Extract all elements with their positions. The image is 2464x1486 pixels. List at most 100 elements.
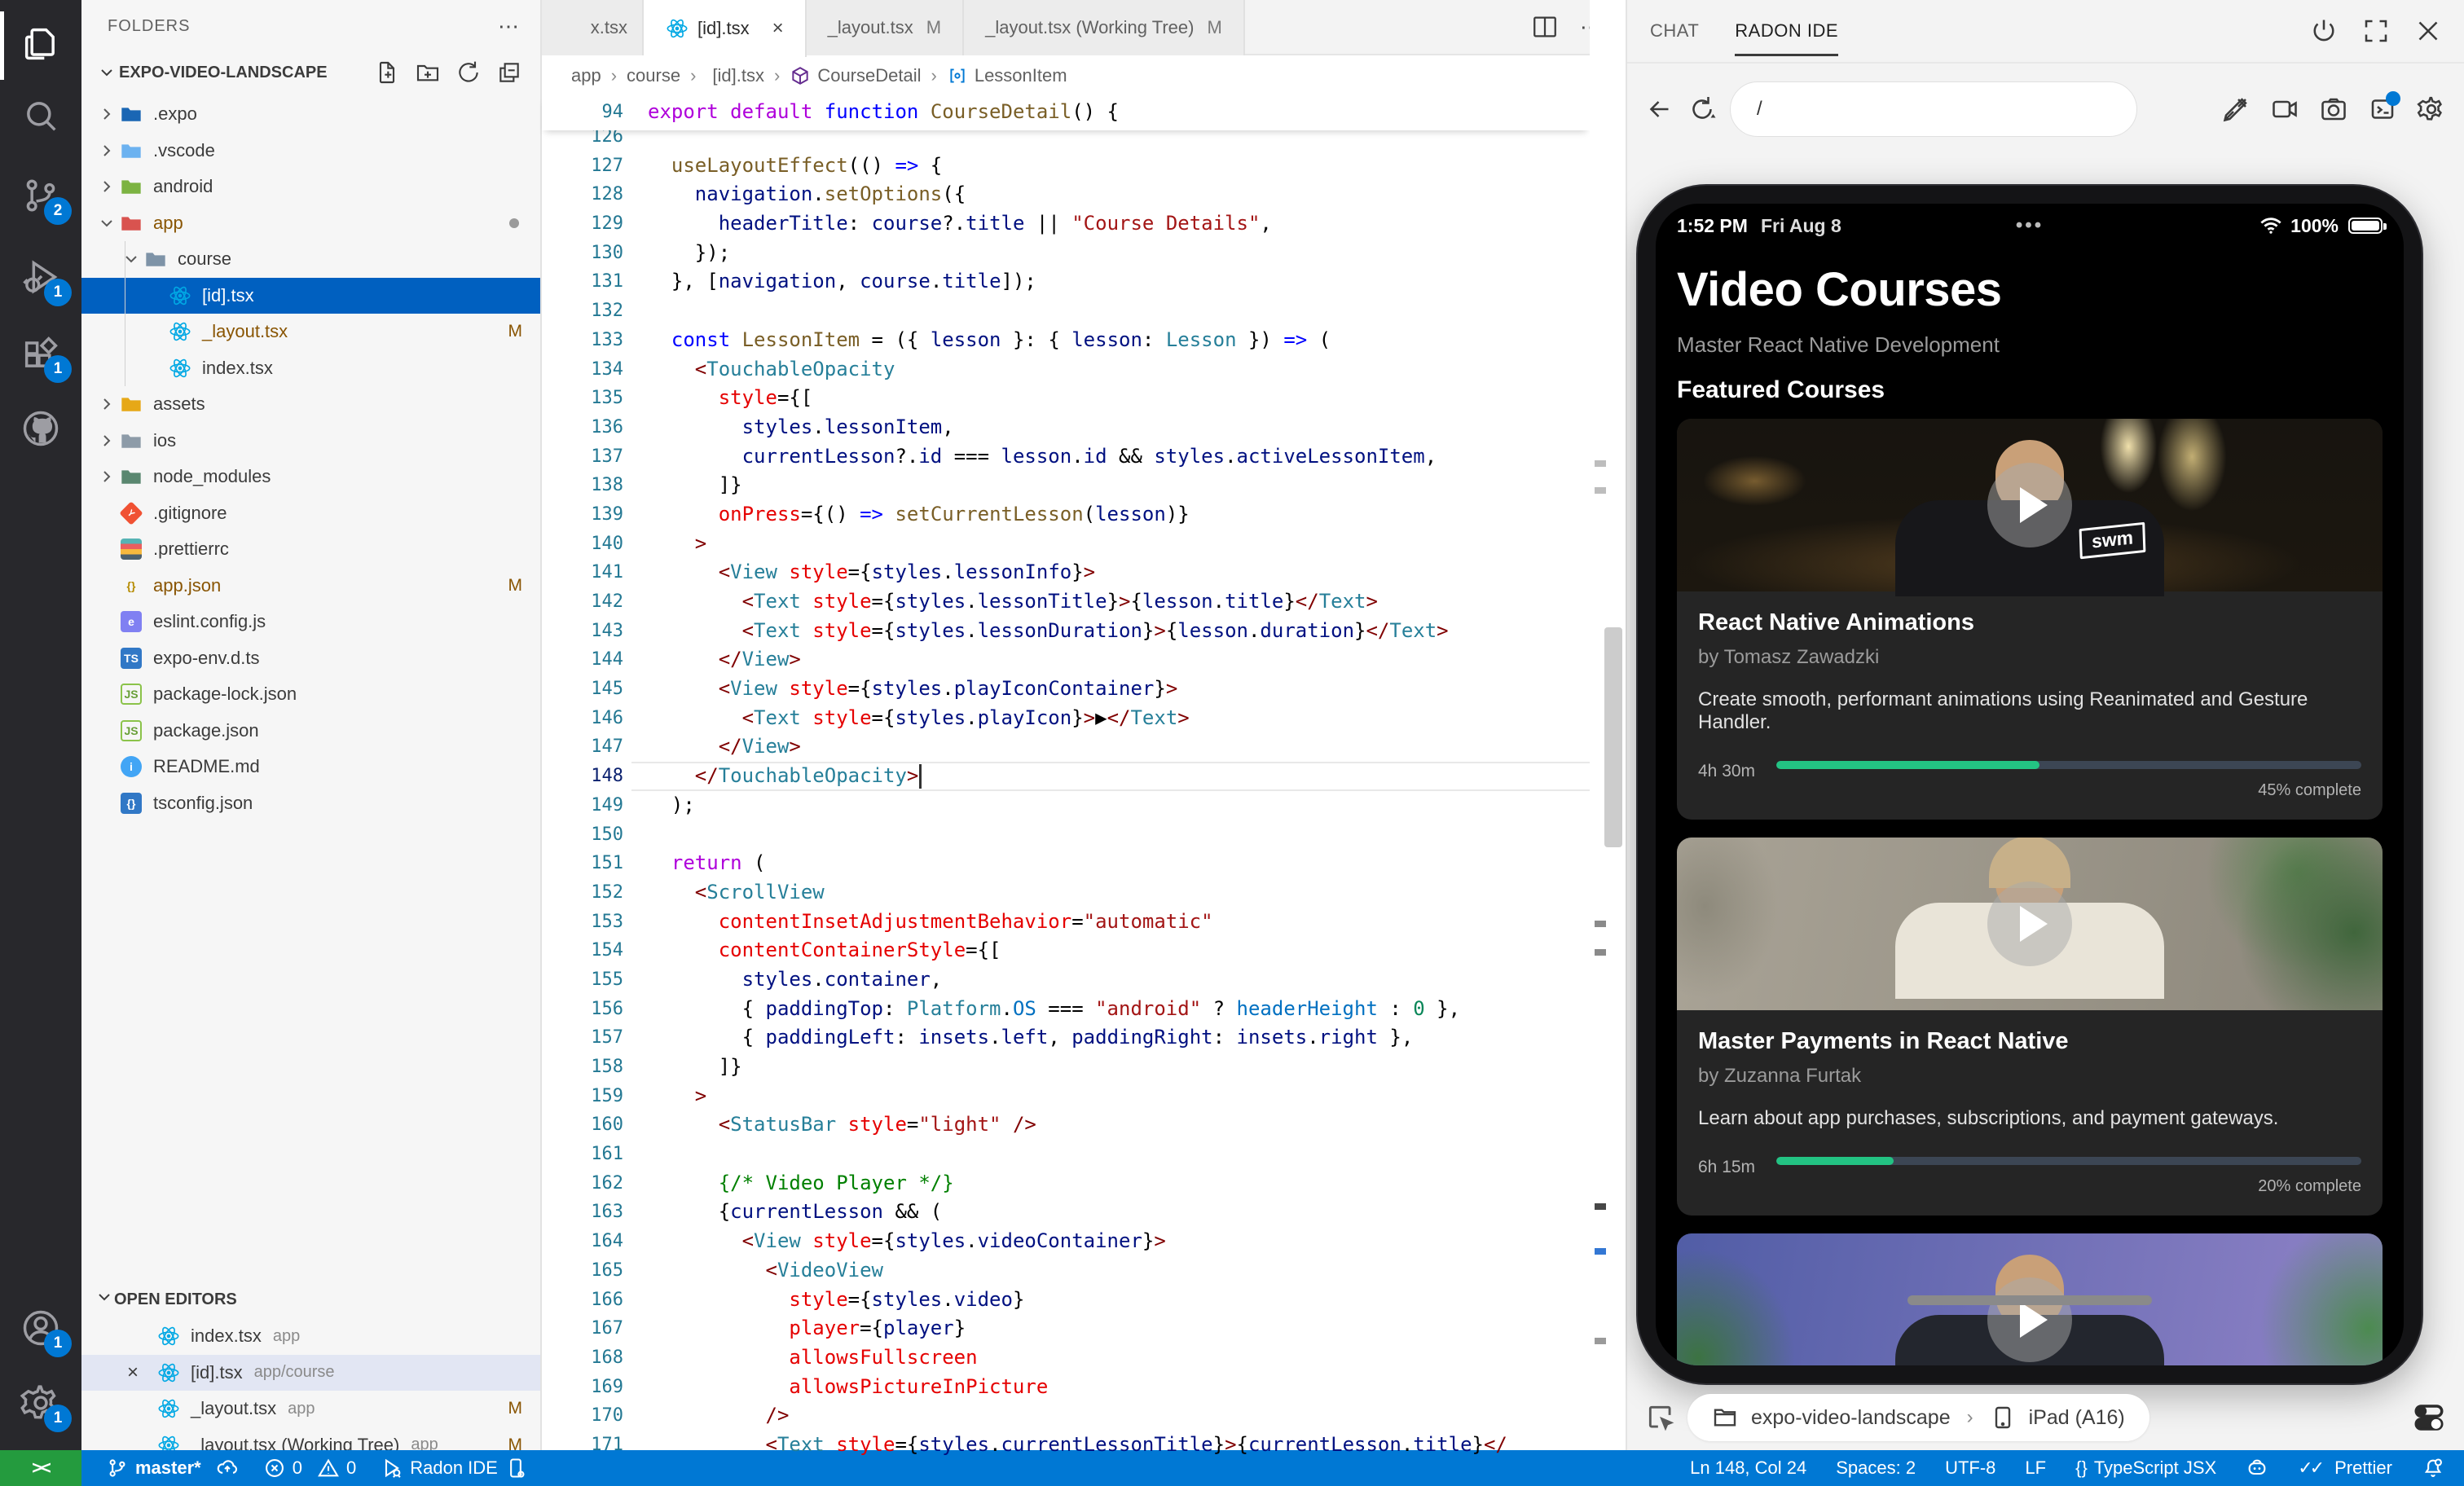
code-line[interactable]: 156 { paddingTop: Platform.OS === "andro… (542, 995, 1590, 1024)
dev-tools-icon[interactable] (2221, 95, 2251, 124)
code-line[interactable]: 169 allowsPictureInPicture (542, 1373, 1590, 1402)
open-editor-item[interactable]: _layout.tsx (Working Tree)appM (81, 1427, 540, 1451)
tab--id-tsx[interactable]: [id].tsx× (644, 0, 807, 57)
new-folder-icon[interactable] (415, 59, 441, 86)
problems-item[interactable]: 0 0 (263, 1457, 357, 1479)
tree-item[interactable]: TSexpo-env.d.ts (81, 640, 540, 677)
git-branch-item[interactable]: master* (106, 1457, 239, 1479)
tree-item[interactable]: .expo (81, 96, 540, 133)
code-line[interactable]: 137 currentLesson?.id === lesson.id && s… (542, 442, 1590, 472)
screen-record-icon[interactable] (2270, 95, 2299, 124)
reload-icon[interactable] (1687, 95, 1717, 124)
code-line[interactable]: 154 contentContainerStyle={[ (542, 936, 1590, 965)
tab-chat[interactable]: CHAT (1650, 0, 1699, 63)
remote-indicator[interactable]: >< (0, 1450, 81, 1486)
code-line[interactable]: 128 navigation.setOptions({ (542, 180, 1590, 209)
workspace-section-header[interactable]: EXPO-VIDEO-LANDSCAPE (81, 52, 540, 93)
tree-item[interactable]: .vscode (81, 133, 540, 169)
code-line[interactable]: 167 player={player} (542, 1314, 1590, 1343)
breadcrumb-item[interactable]: course (627, 65, 680, 86)
code-line[interactable]: 141 <View style={styles.lessonInfo}> (542, 558, 1590, 587)
scrollbar-thumb[interactable] (1604, 627, 1622, 847)
screenshot-camera-icon[interactable] (2319, 95, 2348, 124)
code-line[interactable]: 138 ]} (542, 471, 1590, 500)
device-settings-toggles-icon[interactable] (2412, 1400, 2446, 1435)
code-line[interactable]: 152 <ScrollView (542, 878, 1590, 908)
tree-item[interactable]: JSpackage.json (81, 713, 540, 750)
extensions-icon[interactable]: 1 (16, 329, 65, 378)
collapse-all-icon[interactable] (496, 59, 522, 86)
code-line[interactable]: 170 /> (542, 1401, 1590, 1431)
tree-item[interactable]: app (81, 205, 540, 242)
tree-item[interactable]: {}app.jsonM (81, 568, 540, 605)
code-line[interactable]: 133 const LessonItem = ({ lesson }: { le… (542, 326, 1590, 355)
cursor-position[interactable]: Ln 148, Col 24 (1690, 1457, 1806, 1479)
tree-item[interactable]: eeslint.config.js (81, 604, 540, 640)
sticky-scroll-line[interactable]: 94export default function CourseDetail()… (542, 95, 1590, 130)
editor-scrollbar[interactable] (1590, 0, 1626, 1450)
breadcrumb[interactable]: app›course›[id].tsx›CourseDetail›LessonI… (542, 57, 1626, 95)
accounts-icon[interactable]: 1 (16, 1304, 65, 1352)
tree-item[interactable]: iREADME.md (81, 749, 540, 785)
tree-item[interactable]: JSpackage-lock.json (81, 676, 540, 713)
code-area[interactable]: 126127 useLayoutEffect(() => {128 naviga… (542, 122, 1590, 1460)
code-line[interactable]: 161 (542, 1140, 1590, 1169)
close-icon[interactable] (2413, 16, 2443, 46)
code-line[interactable]: 153 contentInsetAdjustmentBehavior="auto… (542, 908, 1590, 937)
code-line[interactable]: 135 style={[ (542, 384, 1590, 413)
code-line[interactable]: 131 }, [navigation, course.title]); (542, 267, 1590, 297)
breadcrumb-item[interactable]: CourseDetail (817, 65, 921, 86)
breadcrumb-item[interactable]: LessonItem (975, 65, 1067, 86)
device-selector[interactable]: expo-video-landscape › iPad (A16) (1687, 1394, 2149, 1441)
run-debug-icon[interactable]: 1 (16, 253, 65, 301)
url-input[interactable]: / (1730, 81, 2137, 137)
code-line[interactable]: 145 <View style={styles.playIconContaine… (542, 675, 1590, 704)
code-line[interactable]: 147 </View> (542, 732, 1590, 762)
power-icon[interactable] (2309, 16, 2339, 46)
code-line[interactable]: 144 </View> (542, 645, 1590, 675)
tab-x-tsx[interactable]: x.tsx (542, 0, 644, 55)
code-line[interactable]: 132 (542, 297, 1590, 326)
language-mode[interactable]: {}TypeScript JSX (2075, 1457, 2216, 1479)
code-line[interactable]: 155 styles.container, (542, 965, 1590, 995)
code-line[interactable]: 148 </TouchableOpacity> (542, 762, 1590, 791)
code-line[interactable]: 151 return ( (542, 849, 1590, 878)
code-line[interactable]: 143 <Text style={styles.lessonDuration}>… (542, 617, 1590, 646)
tree-item[interactable]: _layout.tsxM (81, 314, 540, 350)
tab--layout-tsx-Working-Tree-[interactable]: _layout.tsx (Working Tree)M (964, 0, 1245, 55)
notifications-bell-icon[interactable] (2422, 1457, 2444, 1479)
tree-item[interactable]: index.tsx (81, 350, 540, 387)
play-button-icon[interactable] (1987, 1277, 2072, 1362)
code-line[interactable]: 160 <StatusBar style="light" /> (542, 1110, 1590, 1140)
panel-settings-gear-icon[interactable] (2417, 95, 2446, 124)
tree-item[interactable]: node_modules (81, 459, 540, 495)
code-line[interactable]: 136 styles.lessonItem, (542, 413, 1590, 442)
prettier-item[interactable]: ✓✓Prettier (2298, 1457, 2392, 1479)
code-line[interactable]: 149 ); (542, 791, 1590, 820)
split-editor-icon[interactable] (1531, 13, 1559, 41)
debug-console-icon[interactable] (2368, 95, 2397, 124)
code-line[interactable]: 164 <View style={styles.videoContainer}> (542, 1227, 1590, 1256)
code-line[interactable]: 150 (542, 820, 1590, 850)
tree-item[interactable]: android (81, 169, 540, 205)
code-line[interactable]: 130 }); (542, 239, 1590, 268)
code-line[interactable]: 166 style={styles.video} (542, 1286, 1590, 1315)
settings-gear-icon[interactable]: 1 (16, 1378, 65, 1427)
open-editors-header[interactable]: OPEN EDITORS (81, 1281, 540, 1318)
course-card[interactable]: Master Payments in React Nativeby Zuzann… (1677, 838, 2383, 1216)
eol[interactable]: LF (2025, 1457, 2046, 1479)
code-line[interactable]: 140 > (542, 530, 1590, 559)
code-line[interactable]: 157 { paddingLeft: insets.left, paddingR… (542, 1023, 1590, 1053)
code-line[interactable]: 165 <VideoView (542, 1256, 1590, 1286)
encoding[interactable]: UTF-8 (1945, 1457, 1995, 1479)
new-file-icon[interactable] (374, 59, 400, 86)
open-editor-item[interactable]: ×[id].tsxapp/course (81, 1355, 540, 1391)
tree-item[interactable]: [id].tsx (81, 278, 540, 314)
tree-item[interactable]: Y.gitignore (81, 495, 540, 532)
indentation[interactable]: Spaces: 2 (1836, 1457, 1916, 1479)
code-line[interactable]: 146 <Text style={styles.playIcon}>▶</Tex… (542, 704, 1590, 733)
tree-item[interactable]: .prettierrc (81, 531, 540, 568)
copilot-icon[interactable] (2246, 1457, 2268, 1479)
code-line[interactable]: 171 <Text style={styles.currentLessonTit… (542, 1431, 1590, 1460)
search-icon[interactable] (16, 91, 65, 140)
